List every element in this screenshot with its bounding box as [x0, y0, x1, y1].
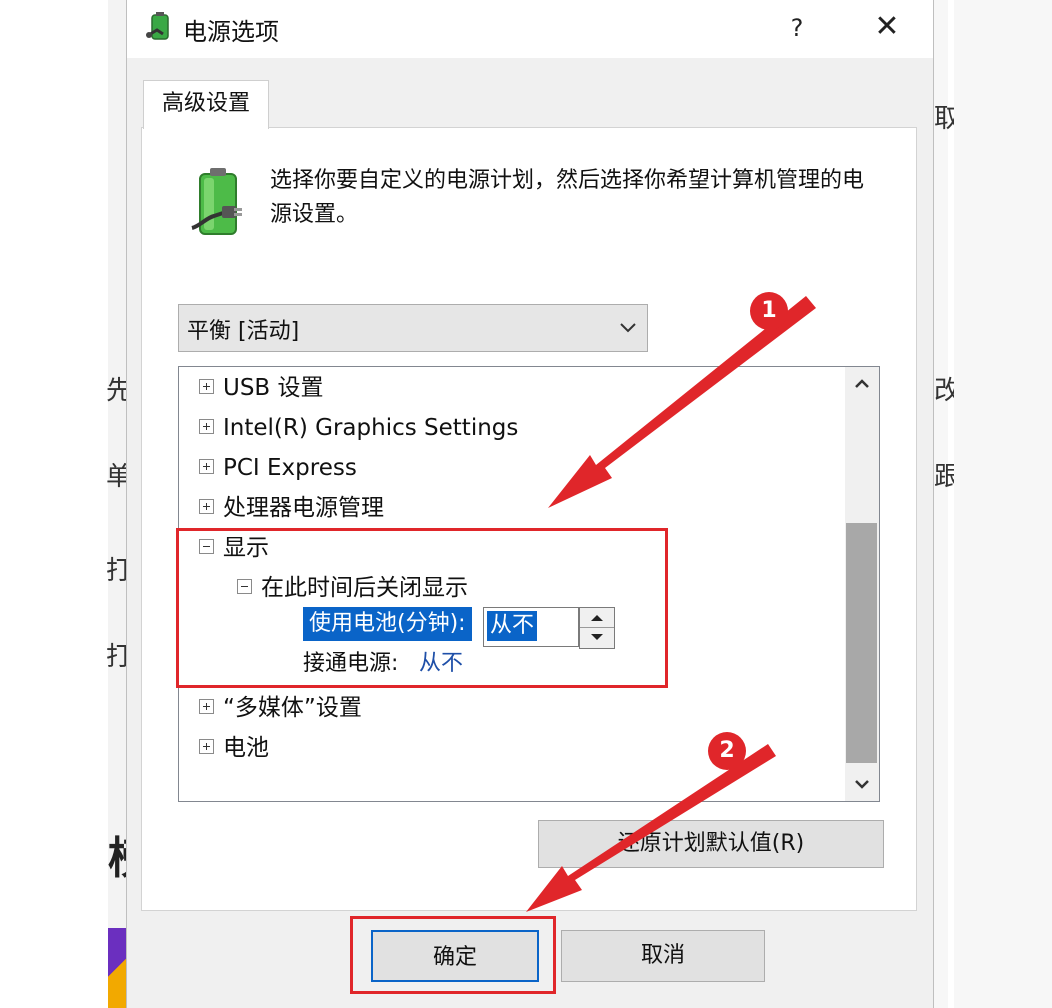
cancel-button[interactable]: 取消: [561, 930, 765, 982]
power-options-dialog: 电源选项 ? ✕ 高级设置 选择你要自定义的电源计划，然后选择你希望计算机管理的…: [126, 0, 934, 1008]
background-window-left: [0, 0, 108, 1008]
bg-left-char-3: 打: [106, 556, 126, 586]
scroll-down-icon[interactable]: [845, 767, 879, 801]
expand-plus-icon[interactable]: [199, 379, 214, 394]
advanced-settings-panel: 选择你要自定义的电源计划，然后选择你希望计算机管理的电源设置。 平衡 [活动] …: [141, 127, 917, 911]
on-battery-value: 从不: [487, 611, 538, 641]
ok-button[interactable]: 确定: [371, 930, 539, 982]
restore-defaults-button[interactable]: 还原计划默认值(R): [538, 820, 884, 868]
power-settings-tree[interactable]: USB 设置 Intel(R) Graphics Settings PCI Ex…: [178, 366, 880, 802]
tree-item-label: USB 设置: [223, 375, 324, 401]
background-window-right-edge: [948, 0, 954, 1008]
tree-item-label: 电池: [223, 735, 269, 761]
bg-left-char-1: 先: [106, 376, 126, 406]
tab-advanced-settings[interactable]: 高级设置: [143, 80, 269, 129]
tree-vertical-scrollbar[interactable]: [845, 367, 879, 801]
chevron-down-icon: [620, 323, 636, 333]
dialog-titlebar: 电源选项 ? ✕: [127, 0, 933, 58]
spin-up-icon[interactable]: [580, 608, 614, 628]
power-options-icon: [146, 12, 169, 40]
expand-plus-icon[interactable]: [199, 459, 214, 474]
on-battery-minutes-input[interactable]: 从不: [483, 607, 579, 647]
collapse-minus-icon[interactable]: [237, 579, 252, 594]
scroll-up-icon[interactable]: [845, 367, 879, 401]
power-plan-value: 平衡 [活动]: [187, 319, 300, 344]
tree-item-label: Intel(R) Graphics Settings: [223, 415, 519, 441]
close-button[interactable]: ✕: [865, 6, 909, 50]
minutes-spinner[interactable]: [579, 607, 615, 649]
bg-left-char-5: 榜: [108, 822, 126, 886]
expand-plus-icon[interactable]: [199, 739, 214, 754]
bg-left-char-2: 单: [106, 462, 126, 492]
battery-plug-icon: [191, 168, 242, 235]
expand-plus-icon[interactable]: [199, 699, 214, 714]
tree-item-label: 在此时间后关闭显示: [261, 575, 468, 601]
description-text: 选择你要自定义的电源计划，然后选择你希望计算机管理的电源设置。: [270, 168, 865, 227]
bg-right-char-1: 取: [934, 104, 954, 134]
bg-left-char-4: 打: [106, 642, 126, 672]
background-colored-strip: [108, 928, 126, 1008]
tree-item-label: PCI Express: [223, 455, 357, 481]
plugged-in-label: 接通电源:: [303, 651, 399, 676]
expand-plus-icon[interactable]: [199, 419, 214, 434]
spin-down-icon[interactable]: [580, 628, 614, 647]
plugged-in-value[interactable]: 从不: [419, 647, 463, 681]
on-battery-label[interactable]: 使用电池(分钟):: [303, 607, 472, 641]
tree-item-label: 处理器电源管理: [223, 495, 384, 521]
tree-item-label: “多媒体”设置: [223, 695, 362, 721]
step-badge-2: 2: [708, 732, 746, 770]
step-badge-1: 1: [750, 292, 788, 330]
bg-right-char-3: 跟: [934, 462, 954, 492]
expand-plus-icon[interactable]: [199, 499, 214, 514]
bg-right-char-2: 改: [934, 376, 954, 406]
collapse-minus-icon[interactable]: [199, 539, 214, 554]
help-button[interactable]: ?: [775, 6, 819, 50]
tree-item-label: 显示: [223, 535, 269, 561]
dialog-title: 电源选项: [183, 18, 279, 46]
power-plan-select[interactable]: 平衡 [活动]: [178, 304, 648, 352]
scrollbar-thumb[interactable]: [846, 523, 877, 763]
